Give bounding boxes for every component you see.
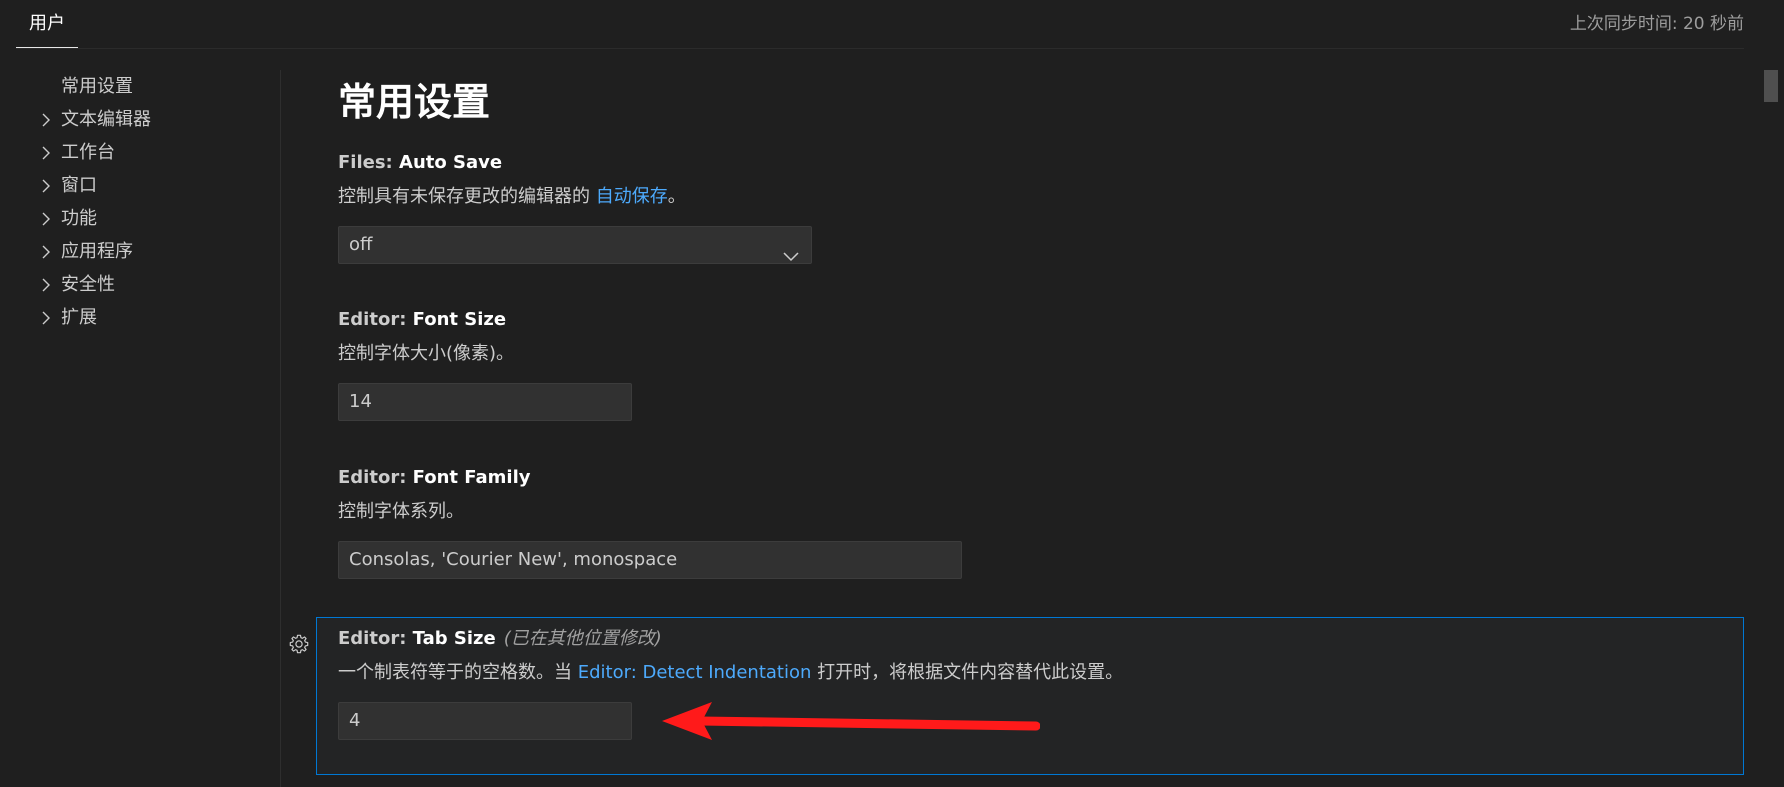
font-family-input[interactable]: Consolas, 'Courier New', monospace	[338, 541, 962, 579]
chevron-right-icon	[38, 136, 54, 169]
chevron-right-icon	[38, 301, 54, 334]
page-title: 常用设置	[338, 80, 491, 124]
auto-save-value: off	[349, 234, 373, 255]
setting-description: 控制字体系列。	[338, 501, 464, 522]
chevron-right-icon	[38, 268, 54, 301]
setting-title: Editor: Font Size	[338, 307, 514, 333]
toc-item-workbench[interactable]: 工作台	[0, 136, 276, 169]
sync-status: 上次同步时间: 20 秒前	[1569, 14, 1744, 34]
toc-item-common[interactable]: 常用设置	[0, 70, 276, 103]
setting-category: Editor:	[338, 309, 413, 330]
desc-text: 。	[667, 186, 686, 207]
toc-item-label: 安全性	[61, 274, 115, 295]
font-size-value: 14	[349, 391, 372, 412]
chevron-right-icon	[38, 202, 54, 235]
auto-save-link[interactable]: 自动保存	[596, 186, 668, 207]
chevron-right-icon	[38, 169, 54, 202]
setting-title: Files: Auto Save	[338, 150, 686, 176]
toc-item-features[interactable]: 功能	[0, 202, 276, 235]
desc-text: 打开时，将根据文件内容替代此设置。	[811, 662, 1124, 683]
auto-save-select[interactable]: off	[338, 226, 812, 264]
toc-item-text-editor[interactable]: 文本编辑器	[0, 103, 276, 136]
desc-text: 一个制表符等于的空格数。当	[338, 662, 578, 683]
toc-item-security[interactable]: 安全性	[0, 268, 276, 301]
modified-elsewhere-link[interactable]: (已在其他位置修改)	[504, 628, 662, 649]
scrollbar-thumb[interactable]	[1764, 70, 1778, 102]
tab-size-input[interactable]: 4	[338, 702, 632, 740]
settings-toc: 常用设置 文本编辑器 工作台 窗口 功能 应用程序 安全性 扩展	[0, 70, 276, 334]
chevron-right-icon	[38, 103, 54, 136]
setting-key: Font Family	[412, 467, 531, 488]
setting-title: Editor: Font Family	[338, 465, 531, 491]
tab-user[interactable]: 用户	[16, 0, 78, 48]
setting-tab-size: Editor: Tab Size (已在其他位置修改) 一个制表符等于的空格数。当…	[338, 626, 1123, 686]
detect-indentation-link[interactable]: Editor: Detect Indentation	[578, 662, 812, 683]
setting-description: 控制具有未保存更改的编辑器的 自动保存。	[338, 184, 686, 210]
gear-icon[interactable]	[288, 633, 310, 655]
toc-item-label: 文本编辑器	[61, 109, 151, 130]
toc-item-window[interactable]: 窗口	[0, 169, 276, 202]
setting-font-size: Editor: Font Size 控制字体大小(像素)。	[338, 307, 514, 367]
setting-category: Files:	[338, 152, 400, 173]
toc-item-label: 工作台	[61, 142, 115, 163]
toc-item-label: 功能	[61, 208, 97, 229]
toc-item-application[interactable]: 应用程序	[0, 235, 276, 268]
chevron-down-icon	[783, 239, 799, 275]
setting-title: Editor: Tab Size (已在其他位置修改)	[338, 626, 1123, 652]
header-divider	[16, 48, 1744, 49]
setting-description: 控制字体大小(像素)。	[338, 343, 515, 364]
annotation-arrow	[660, 700, 1041, 748]
setting-key: Tab Size	[412, 628, 496, 649]
font-family-value: Consolas, 'Courier New', monospace	[349, 549, 678, 570]
setting-key: Font Size	[412, 309, 507, 330]
setting-key: Auto Save	[399, 152, 503, 173]
chevron-right-icon	[38, 235, 54, 268]
toc-item-label: 窗口	[61, 175, 97, 196]
setting-category: Editor:	[338, 467, 413, 488]
toc-item-label: 应用程序	[61, 241, 133, 262]
setting-auto-save: Files: Auto Save 控制具有未保存更改的编辑器的 自动保存。	[338, 150, 686, 210]
settings-header: 用户 上次同步时间: 20 秒前	[0, 0, 1784, 48]
toc-item-label: 扩展	[61, 307, 97, 328]
setting-category: Editor:	[338, 628, 413, 649]
toc-item-extensions[interactable]: 扩展	[0, 301, 276, 334]
desc-text: 控制具有未保存更改的编辑器的	[338, 186, 596, 207]
setting-description: 一个制表符等于的空格数。当 Editor: Detect Indentation…	[338, 660, 1123, 686]
setting-font-family: Editor: Font Family 控制字体系列。	[338, 465, 531, 525]
toc-divider	[280, 70, 281, 787]
tab-size-value: 4	[349, 710, 361, 731]
font-size-input[interactable]: 14	[338, 383, 632, 421]
toc-item-label: 常用设置	[61, 76, 133, 97]
